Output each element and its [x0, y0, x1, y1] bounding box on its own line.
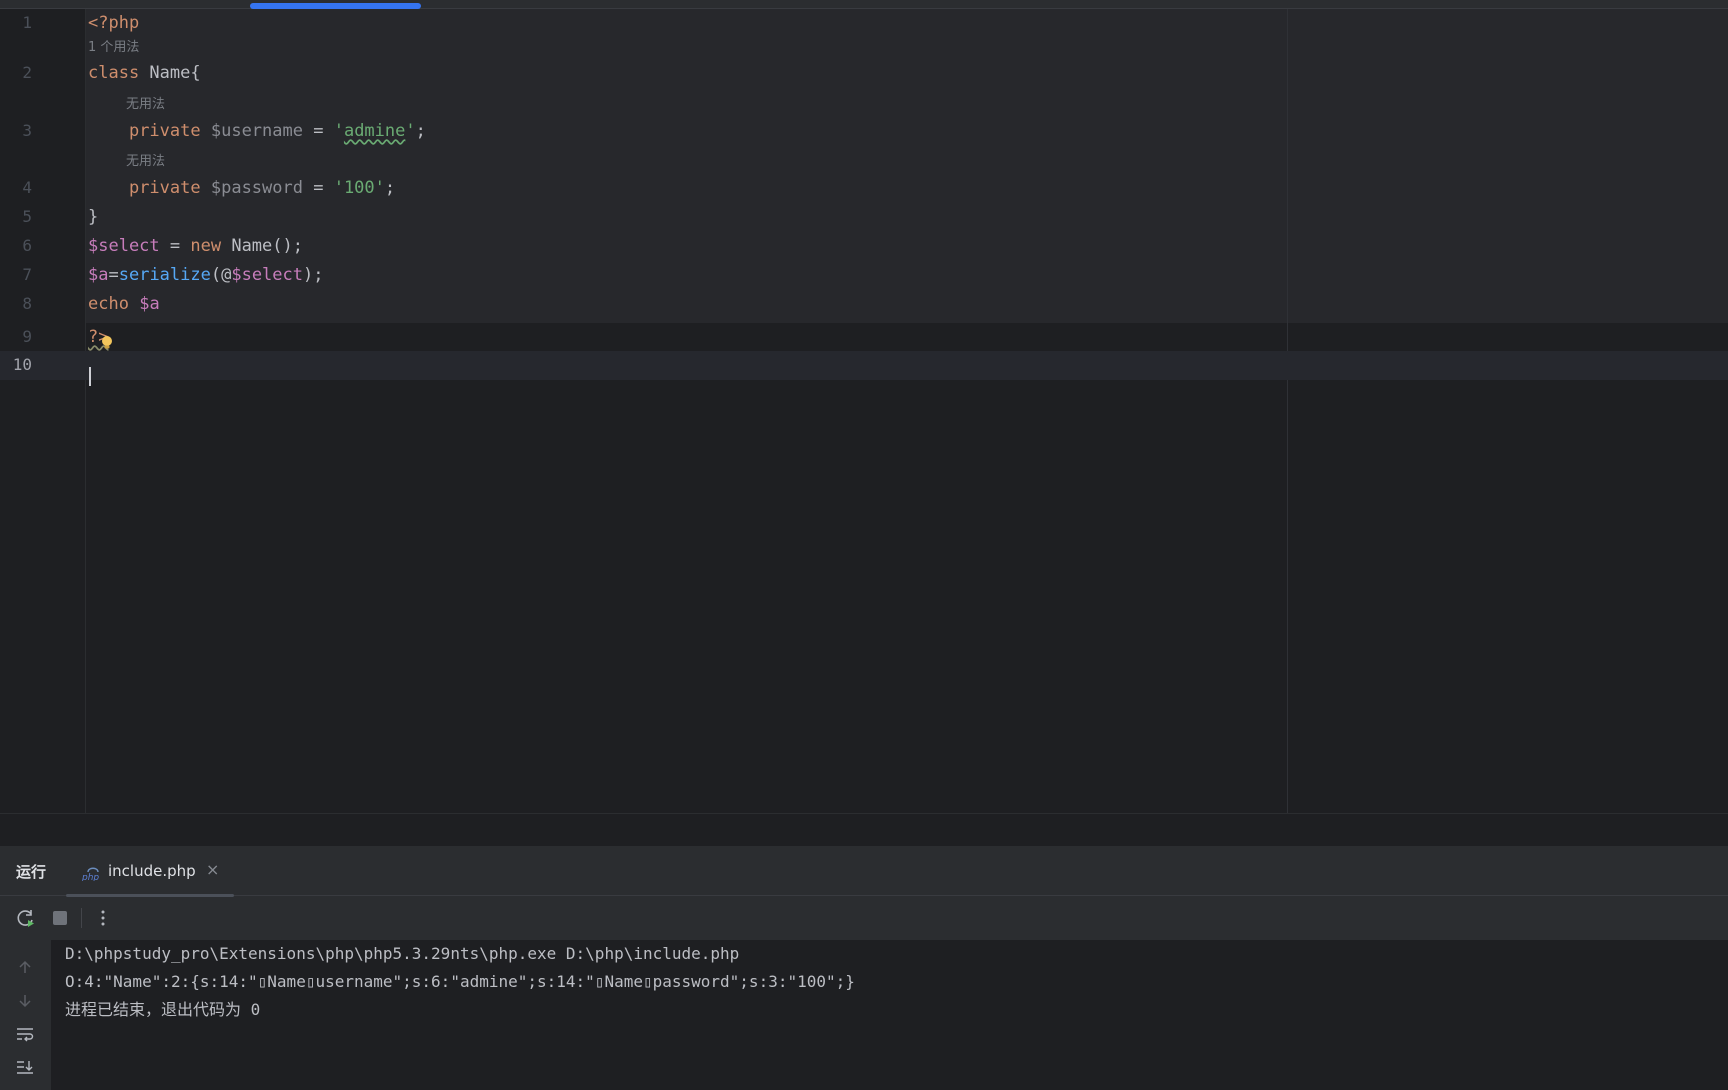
- run-toolbar: [0, 896, 1728, 940]
- svg-text:php: php: [82, 873, 99, 881]
- line-number: 5: [22, 207, 32, 226]
- close-icon[interactable]: ×: [206, 860, 219, 879]
- quote: ': [405, 121, 416, 141]
- console-output[interactable]: D:\phpstudy_pro\Extensions\php\php5.3.29…: [51, 940, 1728, 1090]
- line-number: 2: [22, 63, 32, 82]
- code-text: }: [88, 207, 99, 227]
- line-number: 1: [22, 13, 32, 32]
- variable: $a: [139, 294, 160, 314]
- code-editor[interactable]: 1 <?php 1 个用法 2 class Name{ 无用法 3 privat…: [0, 9, 1728, 813]
- code-text: $a=serialize(@$select);: [88, 261, 323, 289]
- console-command-line: D:\phpstudy_pro\Extensions\php\php5.3.29…: [65, 944, 740, 963]
- run-title: 运行: [16, 863, 47, 881]
- line-number: 3: [22, 121, 32, 140]
- scroll-down-icon[interactable]: [12, 988, 38, 1014]
- line-number: 10: [12, 355, 32, 374]
- toolbar-separator: [81, 908, 82, 928]
- console-output-line: O:4:"Name":2:{s:14:"▯Name▯username";s:6:…: [65, 972, 855, 991]
- php-open-tag: <?php: [88, 13, 140, 33]
- code-line-5: 5 }: [0, 203, 1728, 231]
- semicolon: ;: [384, 178, 396, 198]
- variable: $select: [231, 265, 303, 285]
- line-number: 8: [22, 294, 32, 313]
- operator: =: [302, 121, 334, 141]
- code-line-9: 9 ?>: [0, 323, 1728, 351]
- line-number: 7: [22, 265, 32, 284]
- property: $password: [210, 178, 303, 198]
- variable: $select: [88, 236, 160, 256]
- console-exit-line: 进程已结束，退出代码为 0: [65, 1000, 261, 1019]
- keyword: private: [128, 178, 201, 198]
- code-line-2: 2 class Name{: [0, 59, 1728, 87]
- code-line-4: 4 private $password = '100';: [0, 174, 1728, 202]
- usage-hint[interactable]: 1 个用法: [88, 39, 139, 57]
- code-text: $select = new Name();: [88, 232, 303, 260]
- run-tab-include-php[interactable]: php include.php ×: [66, 846, 234, 897]
- code-line-1: 1 <?php: [0, 9, 1728, 37]
- code-text: <?php: [88, 9, 139, 37]
- function-name: serialize: [118, 265, 211, 285]
- line-number: 9: [22, 327, 32, 346]
- code-text: private $username = 'admine';: [88, 117, 426, 145]
- code-line-3: 3 private $username = 'admine';: [0, 117, 1728, 145]
- quote: ': [333, 121, 344, 141]
- lightbulb-icon[interactable]: [101, 335, 113, 351]
- php-icon: php: [82, 867, 99, 881]
- code-text: echo $a: [88, 290, 160, 318]
- run-tab-label: include.php: [108, 862, 196, 880]
- code-line-7: 7 $a=serialize(@$select);: [0, 261, 1728, 289]
- rerun-icon[interactable]: [13, 905, 39, 931]
- text-caret: [89, 367, 91, 386]
- class-name: Name{: [139, 63, 201, 83]
- paren: (@: [210, 265, 232, 285]
- editor-tab-strip: [0, 0, 1728, 9]
- line-number: 4: [22, 178, 32, 197]
- more-options-icon[interactable]: [90, 905, 116, 931]
- run-header: 运行 php include.php ×: [0, 846, 1728, 897]
- code-line-6: 6 $select = new Name();: [0, 232, 1728, 260]
- panel-divider[interactable]: [0, 813, 1728, 846]
- operator: =: [159, 236, 191, 256]
- unused-hint[interactable]: 无用法: [126, 153, 165, 171]
- operator: =: [302, 178, 334, 198]
- code-text: private $password = '100';: [88, 174, 395, 202]
- string-literal: admine: [343, 121, 406, 141]
- keyword: echo: [88, 294, 129, 314]
- property: $username: [210, 121, 303, 141]
- code-line-8: 8 echo $a: [0, 290, 1728, 318]
- stop-icon[interactable]: [47, 905, 73, 931]
- console-side-tools: [0, 940, 51, 1090]
- run-tool-window: 运行 php include.php × D:\phpstudy_pro\Ext…: [0, 846, 1728, 1090]
- keyword: class: [88, 63, 140, 83]
- operator: =: [108, 265, 119, 285]
- keyword: private: [128, 121, 201, 141]
- keyword: new: [190, 236, 222, 256]
- code-text: class Name{: [88, 59, 201, 87]
- soft-wrap-icon[interactable]: [12, 1021, 38, 1047]
- constructor-call: Name();: [221, 236, 303, 256]
- paren: );: [303, 265, 324, 285]
- code-line-10: 10: [0, 351, 1728, 380]
- unused-hint[interactable]: 无用法: [126, 96, 165, 114]
- scroll-to-end-icon[interactable]: [12, 1054, 38, 1080]
- string-literal: '100': [333, 178, 385, 198]
- scroll-up-icon[interactable]: [12, 954, 38, 980]
- variable: $a: [88, 265, 109, 285]
- line-number: 6: [22, 236, 32, 255]
- semicolon: ;: [415, 121, 426, 141]
